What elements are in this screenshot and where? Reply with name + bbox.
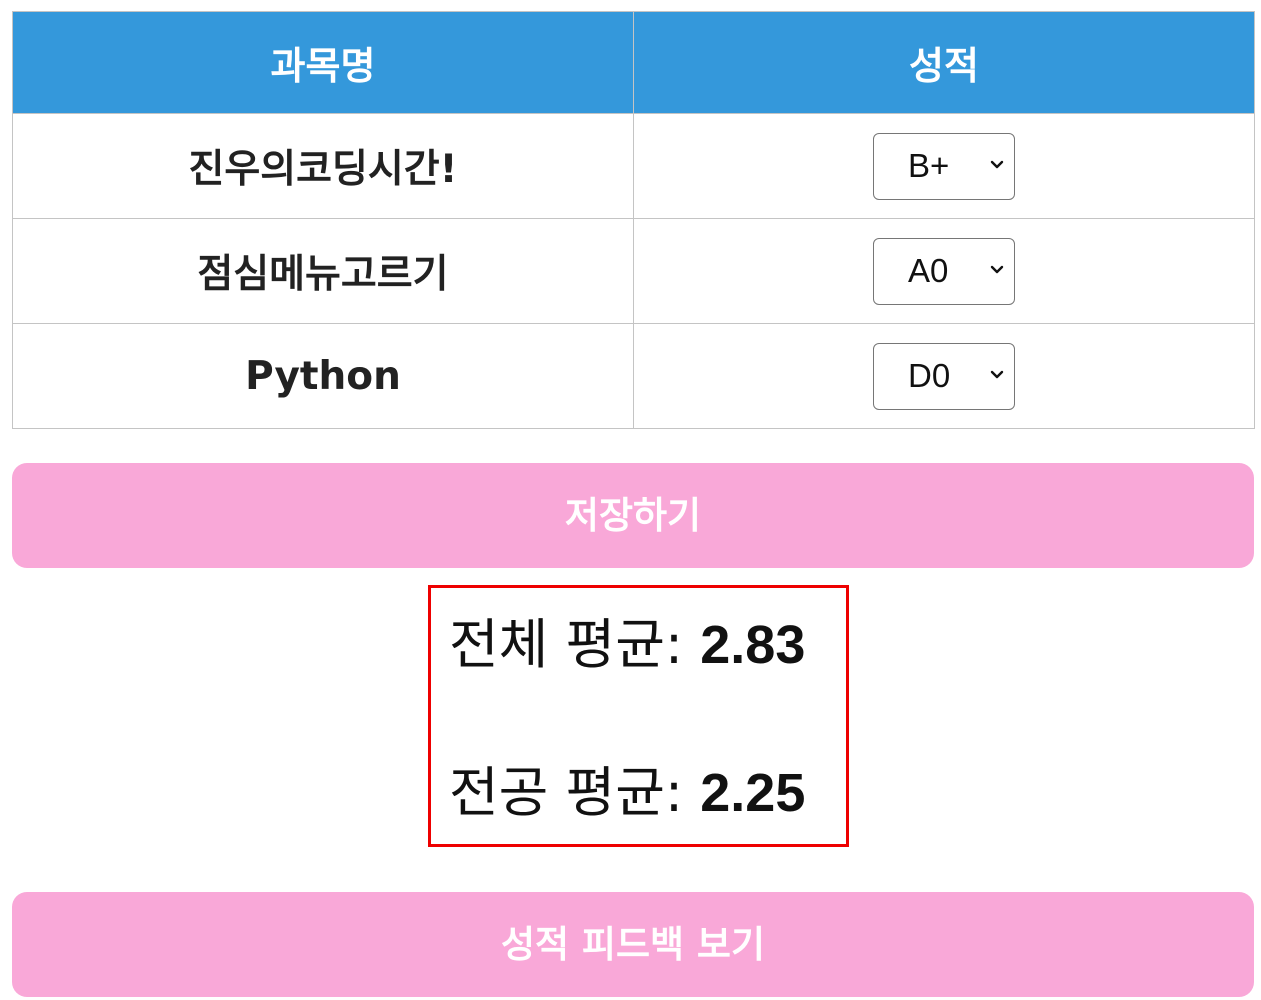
grade-cell: B+ (633, 113, 1255, 219)
grade-select-value: A0 (908, 251, 949, 289)
column-header-grade: 성적 (633, 11, 1255, 114)
subject-cell: 진우의코딩시간! (12, 113, 634, 219)
save-button[interactable]: 저장하기 (12, 463, 1254, 568)
grade-select-value: D0 (908, 356, 951, 394)
grade-page: 과목명 성적 진우의코딩시간! B+ 점심메뉴고르기 A0 Python D0 … (0, 0, 1261, 1000)
grade-select[interactable]: A0 (873, 237, 1015, 305)
major-average-value: 2.25 (700, 763, 806, 823)
grade-cell: D0 (633, 323, 1255, 429)
subject-name: Python (245, 353, 401, 399)
total-average-value: 2.83 (700, 615, 806, 675)
major-average: 전공 평균: 2.25 (449, 763, 806, 823)
chevron-down-icon (990, 160, 1004, 168)
grade-select[interactable]: D0 (873, 342, 1015, 410)
table-row: Python D0 (12, 323, 1255, 429)
subject-cell: 점심메뉴고르기 (12, 218, 634, 324)
table-row: 점심메뉴고르기 A0 (12, 218, 1255, 324)
grade-select-value: B+ (908, 146, 950, 184)
table-header-row: 과목명 성적 (12, 11, 1255, 114)
view-feedback-button[interactable]: 성적 피드백 보기 (12, 892, 1254, 997)
subject-name: 점심메뉴고르기 (197, 252, 449, 297)
averages-highlight-box: 전체 평균: 2.83 전공 평균: 2.25 (428, 585, 849, 847)
grade-cell: A0 (633, 218, 1255, 324)
grade-table: 과목명 성적 진우의코딩시간! B+ 점심메뉴고르기 A0 Python D0 (12, 11, 1255, 429)
subject-cell: Python (12, 323, 634, 429)
chevron-down-icon (990, 265, 1004, 273)
table-row: 진우의코딩시간! B+ (12, 113, 1255, 219)
column-header-subject: 과목명 (12, 11, 634, 114)
total-average: 전체 평균: 2.83 (449, 615, 806, 675)
subject-name: 진우의코딩시간! (188, 147, 458, 192)
major-average-label: 전공 평균: (449, 761, 701, 824)
total-average-label: 전체 평균: (449, 613, 701, 676)
grade-select[interactable]: B+ (873, 132, 1015, 200)
chevron-down-icon (990, 370, 1004, 378)
